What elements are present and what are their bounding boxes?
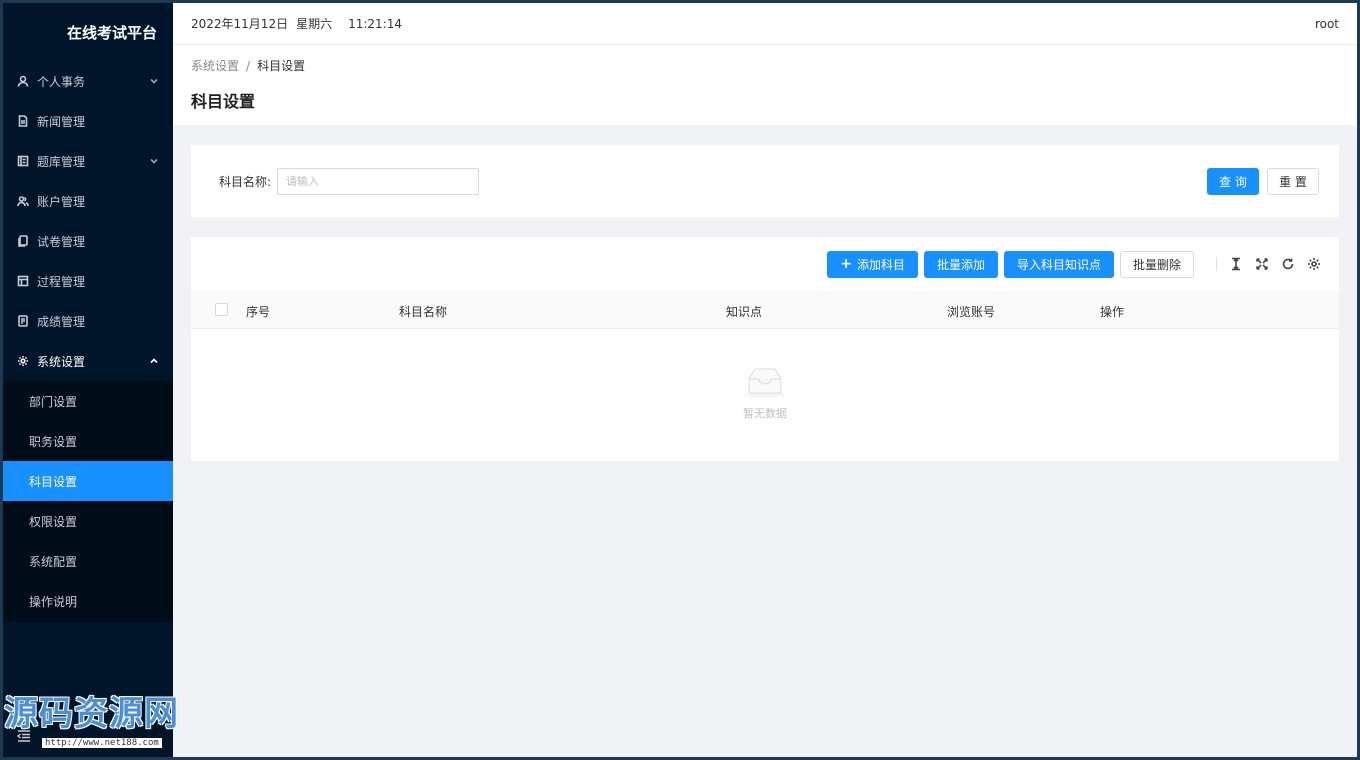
list-icon — [17, 155, 29, 167]
copy-icon — [17, 235, 29, 247]
sidebar-subitem-department[interactable]: 部门设置 — [3, 381, 173, 421]
sidebar-item-label: 账户管理 — [37, 194, 86, 209]
sidebar-item-news[interactable]: 新闻管理 — [3, 101, 173, 141]
sidebar-subitem-config[interactable]: 系统配置 — [3, 541, 173, 581]
sidebar-item-label: 个人事务 — [37, 74, 86, 89]
doc-icon — [17, 315, 29, 327]
sidebar-item-label: 过程管理 — [37, 274, 86, 289]
page-title: 科目设置 — [191, 92, 256, 111]
batch-add-button[interactable]: 批量添加 — [923, 250, 998, 278]
breadcrumb-parent[interactable]: 系统设置 — [191, 57, 239, 74]
empty-text: 暂无数据 — [743, 407, 787, 420]
current-date: 2022年11月12日 — [191, 17, 289, 31]
sidebar-subitem-position[interactable]: 职务设置 — [3, 421, 173, 461]
user-icon — [17, 75, 29, 87]
sidebar-subitem-permission[interactable]: 权限设置 — [3, 501, 173, 541]
sidebar-subitem-manual[interactable]: 操作说明 — [3, 581, 173, 621]
reset-button[interactable]: 重 置 — [1267, 167, 1319, 195]
topbar: 2022年11月12日 星期六 11:21:14 root — [173, 3, 1357, 45]
subject-name-label: 科目名称: — [219, 174, 272, 189]
sidebar-item-label: 新闻管理 — [37, 114, 86, 129]
search-form: 科目名称: 查 询 重 置 — [191, 145, 1339, 217]
watermark: 源码资源网 http://www.net188.com — [4, 694, 204, 754]
system-settings-submenu: 部门设置 职务设置 科目设置 权限设置 系统配置 操作说明 — [3, 381, 173, 621]
batch-delete-button[interactable]: 批量删除 — [1119, 250, 1194, 278]
sidebar-item-label: 题库管理 — [37, 154, 86, 169]
subject-table-card: + 添加科目 批量添加 导入科目知识点 批量删除 序号 科目名称 知识点 浏览账… — [191, 237, 1339, 461]
query-button[interactable]: 查 询 — [1207, 167, 1259, 195]
empty-inbox-icon — [745, 368, 785, 398]
breadcrumb: 系统设置 / 科目设置 — [191, 57, 1339, 74]
reload-icon[interactable] — [1281, 257, 1295, 271]
watermark-text: 源码资源网 — [4, 694, 179, 734]
sidebar-item-accounts[interactable]: 账户管理 — [3, 181, 173, 221]
fullscreen-icon[interactable] — [1255, 257, 1269, 271]
select-all-checkbox[interactable] — [215, 303, 228, 316]
settings-icon[interactable] — [1307, 257, 1321, 271]
import-knowledge-button[interactable]: 导入科目知识点 — [1003, 250, 1114, 278]
sidebar-item-papers[interactable]: 试卷管理 — [3, 221, 173, 261]
search-actions: 查 询 重 置 — [1207, 167, 1319, 195]
sidebar-item-label: 成绩管理 — [37, 314, 86, 329]
breadcrumb-current: 科目设置 — [257, 59, 306, 73]
column-header-knowledge[interactable]: 知识点 — [726, 303, 762, 320]
current-time: 11:21:14 — [348, 16, 403, 31]
sidebar-item-scores[interactable]: 成绩管理 — [3, 301, 173, 341]
subject-name-input[interactable] — [277, 167, 480, 195]
users-icon — [17, 195, 29, 207]
table-empty-state: 暂无数据 — [191, 365, 1339, 421]
layout-icon — [17, 275, 29, 287]
add-subject-label: 添加科目 — [856, 257, 905, 272]
chevron-down-icon — [149, 75, 159, 85]
sidebar-subitem-subject[interactable]: 科目设置 — [3, 461, 173, 501]
column-header-actions: 操作 — [1100, 305, 1125, 319]
chevron-up-icon — [149, 355, 159, 365]
toolbar-divider — [1216, 257, 1217, 271]
column-header-subject-name[interactable]: 科目名称 — [399, 303, 447, 320]
sidebar: 在线考试平台 个人事务 新闻管理 题库管理 账户管理 试卷管理 过程管理 成绩管… — [3, 3, 173, 757]
column-header-browse-account[interactable]: 浏览账号 — [947, 303, 995, 320]
add-subject-button[interactable]: + 添加科目 — [827, 250, 918, 278]
plus-icon: + — [840, 256, 852, 272]
sidebar-item-label: 试卷管理 — [37, 234, 86, 249]
user-menu[interactable]: root — [1315, 17, 1339, 31]
breadcrumb-separator: / — [246, 58, 251, 73]
sidebar-item-process[interactable]: 过程管理 — [3, 261, 173, 301]
sidebar-item-question-bank[interactable]: 题库管理 — [3, 141, 173, 181]
app-window: 在线考试平台 个人事务 新闻管理 题库管理 账户管理 试卷管理 过程管理 成绩管… — [3, 3, 1357, 757]
sidebar-item-label: 系统设置 — [37, 354, 86, 369]
table-header: 序号 科目名称 知识点 浏览账号 操作 — [191, 291, 1339, 329]
table-tool-icons — [1212, 257, 1321, 271]
column-height-icon[interactable] — [1229, 257, 1243, 271]
app-logo-title: 在线考试平台 — [66, 23, 157, 42]
gear-icon — [17, 355, 29, 367]
chevron-down-icon — [149, 155, 159, 165]
current-weekday: 星期六 — [296, 17, 333, 31]
file-icon — [17, 115, 29, 127]
sidebar-item-personal[interactable]: 个人事务 — [3, 61, 173, 101]
main-content: 2022年11月12日 星期六 11:21:14 root 系统设置 / 科目设… — [173, 3, 1357, 757]
table-toolbar: + 添加科目 批量添加 导入科目知识点 批量删除 — [191, 237, 1339, 291]
column-header-index[interactable]: 序号 — [246, 303, 270, 320]
page-header: 系统设置 / 科目设置 科目设置 — [173, 45, 1357, 125]
watermark-url: http://www.net188.com — [42, 738, 162, 748]
sidebar-item-system-settings[interactable]: 系统设置 — [3, 341, 173, 381]
